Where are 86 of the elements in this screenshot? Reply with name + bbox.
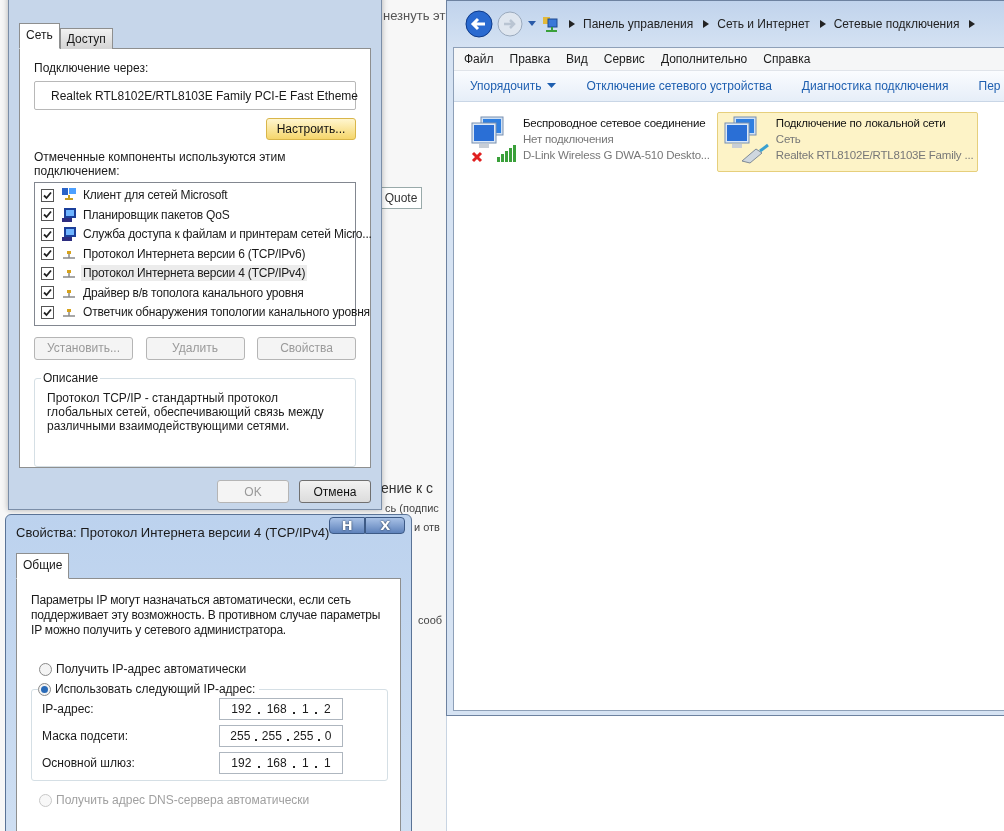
octet-text: 168 bbox=[266, 702, 287, 716]
connection-status: Сеть bbox=[775, 132, 802, 147]
radio-label: Получить IP-адрес автоматически bbox=[56, 662, 247, 676]
connection-item[interactable]: Подключение по локальной сети Сеть Realtek RTL8102E/RTL8103E Family ... bbox=[716, 112, 979, 172]
dialog-button[interactable]: Отмена bbox=[299, 480, 371, 503]
component-item[interactable]: Служба доступа к файлам и принтерам сетей Micro... bbox=[81, 226, 374, 243]
chevron-icon bbox=[569, 20, 575, 28]
quote-button[interactable]: Quote bbox=[380, 187, 422, 209]
toolbar-button[interactable]: Диагностика подключения bbox=[801, 79, 949, 93]
field-label: Основной шлюз: bbox=[42, 756, 135, 770]
toolbar-button[interactable]: Отключение сетевого устройства bbox=[586, 79, 772, 93]
checkbox[interactable] bbox=[41, 227, 54, 241]
octet-text: 255 bbox=[261, 729, 282, 743]
tab[interactable]: Доступ bbox=[59, 28, 113, 49]
field-label: Отмеченные компоненты используются этим подключением: bbox=[34, 150, 287, 179]
checkbox[interactable] bbox=[41, 266, 54, 280]
tab[interactable]: Сеть bbox=[19, 23, 60, 49]
octet-text: 1 bbox=[301, 702, 309, 716]
text-fragment: ение к с bbox=[381, 480, 434, 496]
connection-status: Нет подключения bbox=[523, 132, 615, 147]
octet-text: 255 bbox=[230, 729, 251, 743]
component-item[interactable]: Клиент для сетей Microsoft bbox=[81, 187, 230, 204]
connection-item[interactable]: Беспроводное сетевое соединение Нет подключения D-Link Wireless G DWA-510 Deskto... bbox=[464, 112, 715, 172]
tab[interactable]: Общие bbox=[16, 553, 70, 579]
breadcrumb-item[interactable]: Панель управления bbox=[583, 17, 694, 31]
menu-item[interactable]: Дополнительно bbox=[660, 52, 748, 66]
component-item[interactable]: Протокол Интернета версии 4 (TCP/IPv4) bbox=[81, 265, 308, 282]
component-item[interactable]: Планировщик пакетов QoS bbox=[81, 206, 232, 223]
radio-label: Использовать следующий IP-адрес: bbox=[55, 682, 256, 696]
connection-name: Беспроводное сетевое соединение bbox=[523, 116, 707, 131]
back-button[interactable] bbox=[465, 10, 493, 38]
intro-text: Параметры IP могут назначаться автоматически, если сеть поддерживает эту возможность. В противном случае параметры IP можно получить у сетевого администратора. bbox=[31, 593, 382, 638]
window-title: Свойства: Протокол Интернета версии 4 (TCP/IPv4) bbox=[16, 525, 330, 540]
checkbox[interactable] bbox=[41, 208, 54, 222]
computer-icon bbox=[61, 206, 77, 223]
component-item[interactable]: Протокол Интернета версии 6 (TCP/IPv6) bbox=[81, 245, 308, 262]
adapter-name: Realtek RTL8102E/RTL8103E Family PCI-E Fast Etheme bbox=[51, 88, 359, 103]
octet-text: 1 bbox=[323, 756, 331, 770]
menu-item[interactable]: Справка bbox=[763, 52, 811, 66]
breadcrumb-item[interactable]: Сетевые подключения bbox=[833, 17, 960, 31]
checkbox[interactable] bbox=[41, 286, 54, 300]
group-title: Описание bbox=[41, 370, 101, 385]
component-item[interactable]: Ответчик обнаружения топологии канального уровня bbox=[81, 304, 372, 321]
ip-address-field[interactable]: 255 255 255 0 bbox=[219, 725, 343, 747]
checkbox[interactable] bbox=[41, 247, 54, 261]
octet-text: 0 bbox=[324, 729, 332, 743]
ip-address-field[interactable]: 192 168 1 1 bbox=[219, 752, 343, 774]
octet-text: 168 bbox=[266, 756, 287, 770]
description-text: Протокол TCP/IP - стандартный протокол глобальных сетей, обеспечивающий связь между различными взаимодействующими сетями. bbox=[47, 390, 325, 433]
radio-button[interactable] bbox=[39, 662, 52, 676]
text-fragment: и отв bbox=[414, 521, 440, 533]
network-folder-icon bbox=[541, 15, 559, 33]
menu-item[interactable]: Вид bbox=[566, 52, 588, 66]
configure-button[interactable]: Настроить... bbox=[266, 118, 356, 141]
checkbox[interactable] bbox=[41, 305, 54, 319]
radio-button[interactable] bbox=[38, 682, 51, 696]
dropdown-icon[interactable] bbox=[527, 20, 537, 28]
field-label: IP-адрес: bbox=[42, 702, 94, 716]
menu-item[interactable]: Сервис bbox=[603, 52, 645, 66]
chevron-icon bbox=[703, 20, 710, 28]
toolbar-button[interactable]: Пер bbox=[978, 79, 1001, 93]
octet-text: 192 bbox=[231, 702, 252, 716]
toolbar-button[interactable]: Упорядочить bbox=[470, 79, 557, 93]
field-label: Подключение через: bbox=[34, 61, 150, 75]
octet-text: 255 bbox=[293, 729, 314, 743]
text-fragment: незнуть эт bbox=[383, 8, 446, 23]
ip-address-field[interactable]: 192 168 1 2 bbox=[219, 698, 343, 720]
component-item[interactable]: Драйвер в/в тополога канального уровня bbox=[81, 284, 306, 301]
text-fragment: сь (подпис bbox=[385, 502, 439, 514]
menu-item[interactable]: Файл bbox=[464, 52, 494, 66]
field-label: Маска подсети: bbox=[42, 729, 129, 743]
network-computers-icon bbox=[469, 115, 519, 165]
computer-icon bbox=[61, 226, 77, 243]
octet-text: 2 bbox=[323, 702, 331, 716]
chevron-icon bbox=[819, 20, 826, 28]
menu-item[interactable]: Правка bbox=[509, 52, 551, 66]
connection-name: Подключение по локальной сети bbox=[775, 116, 947, 131]
text-fragment: сооб bbox=[418, 614, 443, 626]
breadcrumb-item[interactable]: Сеть и Интернет bbox=[717, 17, 810, 31]
device-name: Realtek RTL8102E/RTL8103E Family ... bbox=[775, 148, 974, 163]
octet-text: 1 bbox=[301, 756, 309, 770]
device-name: D-Link Wireless G DWA-510 Deskto... bbox=[523, 148, 710, 163]
checkbox[interactable] bbox=[41, 188, 54, 202]
octet-text: 192 bbox=[231, 756, 252, 770]
radio-label: Получить адрес DNS-сервера автоматически bbox=[56, 793, 310, 807]
chevron-icon[interactable] bbox=[969, 20, 976, 28]
